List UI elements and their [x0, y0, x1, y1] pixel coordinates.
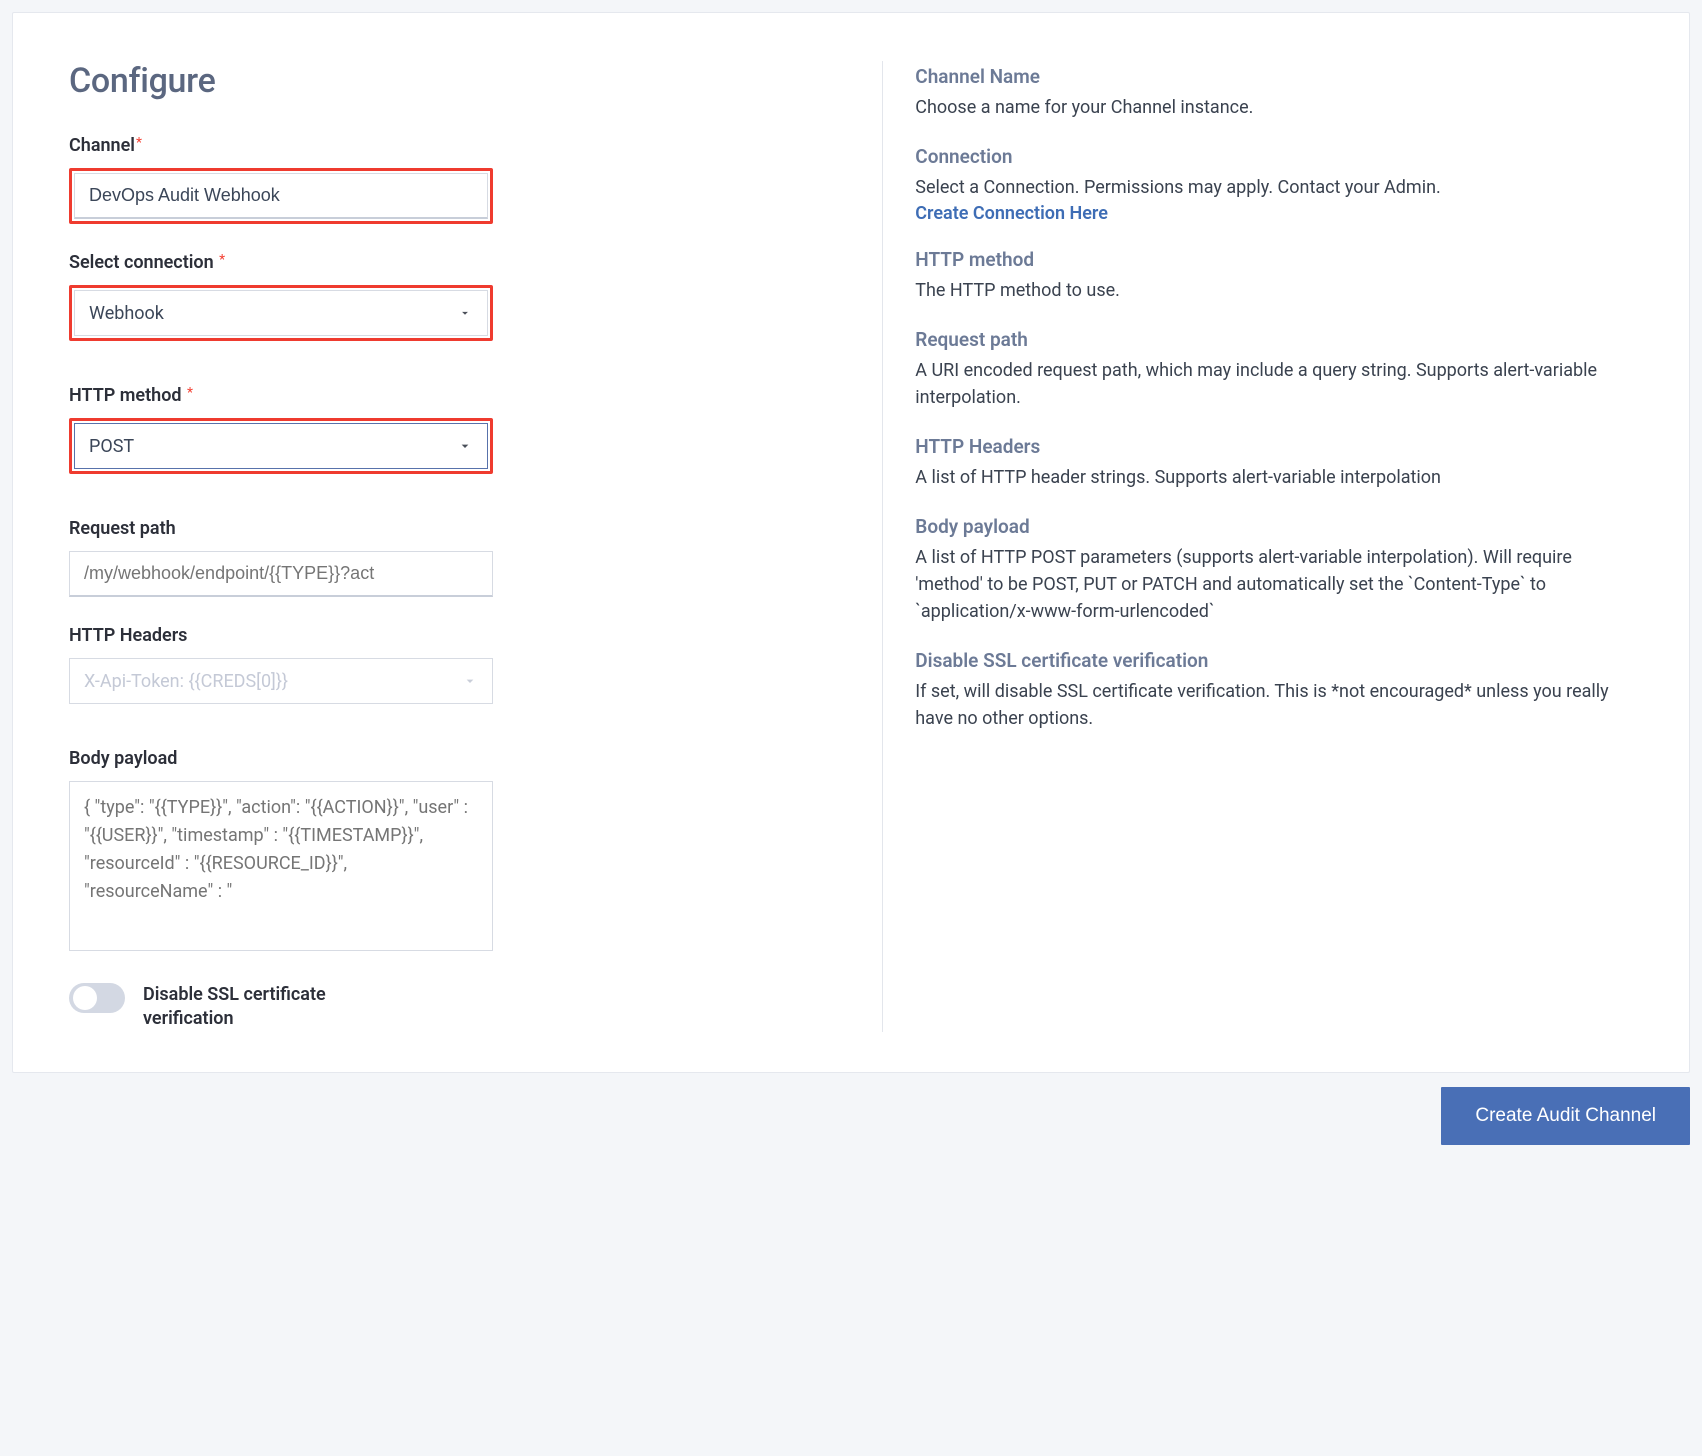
help-http-method-text: The HTTP method to use.	[915, 277, 1633, 304]
field-connection: Select connection * Webhook	[69, 252, 834, 341]
chevron-down-icon	[457, 438, 473, 454]
chevron-down-icon	[457, 305, 473, 321]
required-asterisk: *	[219, 252, 225, 268]
toggle-knob	[73, 986, 97, 1010]
help-disable-ssl-title: Disable SSL certificate verification	[915, 649, 1633, 672]
http-method-label: HTTP method *	[69, 385, 834, 406]
help-body-payload-text: A list of HTTP POST parameters (supports…	[915, 544, 1633, 625]
help-http-method-title: HTTP method	[915, 248, 1633, 271]
field-channel: Channel*	[69, 135, 834, 224]
help-http-headers-text: A list of HTTP header strings. Supports …	[915, 464, 1633, 491]
help-channel-name-title: Channel Name	[915, 65, 1633, 88]
http-headers-label: HTTP Headers	[69, 625, 834, 646]
channel-input[interactable]	[74, 173, 488, 219]
help-column: Channel Name Choose a name for your Chan…	[882, 61, 1633, 1032]
http-method-select[interactable]: POST	[74, 423, 488, 469]
help-connection-title: Connection	[915, 145, 1633, 168]
connection-label: Select connection *	[69, 252, 834, 273]
required-asterisk: *	[136, 135, 142, 151]
help-connection-text: Select a Connection. Permissions may app…	[915, 174, 1633, 201]
http-headers-select[interactable]: X-Api-Token: {{CREDS[0]}}	[69, 658, 493, 704]
channel-label: Channel*	[69, 135, 834, 156]
field-body-payload: Body payload	[69, 748, 834, 955]
field-request-path: Request path	[69, 518, 834, 597]
help-request-path-text: A URI encoded request path, which may in…	[915, 357, 1633, 411]
connection-select[interactable]: Webhook	[74, 290, 488, 336]
help-disable-ssl-text: If set, will disable SSL certificate ver…	[915, 678, 1633, 732]
form-column: Configure Channel* Select connection * W…	[69, 61, 882, 1032]
disable-ssl-label: Disable SSL certificate verification	[143, 983, 403, 1032]
required-asterisk: *	[187, 385, 193, 401]
field-disable-ssl: Disable SSL certificate verification	[69, 983, 834, 1032]
create-audit-channel-button[interactable]: Create Audit Channel	[1441, 1087, 1690, 1145]
field-http-headers: HTTP Headers X-Api-Token: {{CREDS[0]}}	[69, 625, 834, 704]
disable-ssl-toggle[interactable]	[69, 983, 125, 1013]
help-body-payload-title: Body payload	[915, 515, 1633, 538]
help-channel-name-text: Choose a name for your Channel instance.	[915, 94, 1633, 121]
footer: Create Audit Channel	[12, 1087, 1690, 1145]
request-path-label: Request path	[69, 518, 834, 539]
body-payload-textarea[interactable]	[69, 781, 493, 951]
configure-panel: Configure Channel* Select connection * W…	[12, 12, 1690, 1073]
body-payload-label: Body payload	[69, 748, 834, 769]
request-path-input[interactable]	[69, 551, 493, 597]
help-request-path-title: Request path	[915, 328, 1633, 351]
create-connection-link[interactable]: Create Connection Here	[915, 203, 1108, 224]
chevron-down-icon	[462, 673, 478, 689]
page-title: Configure	[69, 61, 834, 101]
help-http-headers-title: HTTP Headers	[915, 435, 1633, 458]
field-http-method: HTTP method * POST	[69, 385, 834, 474]
